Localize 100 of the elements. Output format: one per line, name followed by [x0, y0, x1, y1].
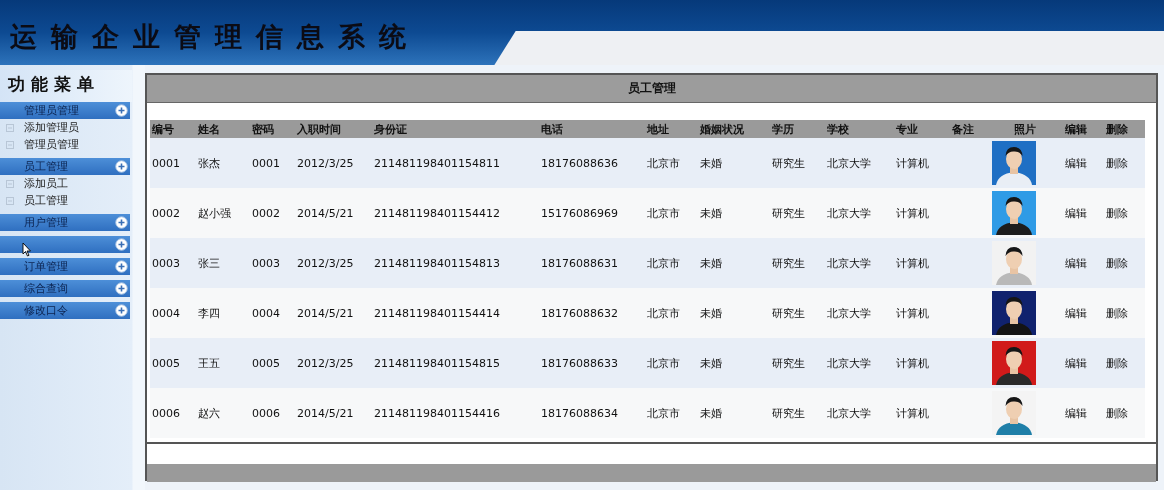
table-cell: 211481198401154414 — [374, 306, 500, 320]
table-cell: 2012/3/25 — [297, 256, 354, 270]
table-cell: 2014/5/21 — [297, 306, 354, 320]
delete-link[interactable]: 删除 — [1106, 356, 1128, 370]
table-cell: 研究生 — [772, 156, 805, 170]
delete-link[interactable]: 删除 — [1106, 156, 1128, 170]
table-cell: 18176088631 — [541, 256, 618, 270]
table-cell: 计算机 — [896, 256, 929, 270]
column-header: 专业 — [896, 122, 918, 136]
table-cell: 18176088634 — [541, 406, 618, 420]
menu-group[interactable]: 订单管理 — [0, 258, 130, 275]
cursor-icon — [22, 242, 32, 257]
table-cell: 李四 — [198, 306, 220, 320]
table-cell: 0004 — [152, 306, 180, 320]
table-cell: 0005 — [152, 356, 180, 370]
menu-group[interactable]: 修改口令 — [0, 302, 130, 319]
column-header: 电话 — [541, 122, 563, 136]
table-cell: 0005 — [252, 356, 280, 370]
column-header: 备注 — [952, 122, 974, 136]
edit-link[interactable]: 编辑 — [1065, 306, 1087, 320]
edit-link[interactable]: 编辑 — [1065, 156, 1087, 170]
table-cell: 研究生 — [772, 406, 805, 420]
table-cell: 0002 — [152, 206, 180, 220]
column-header: 入职时间 — [297, 122, 341, 136]
table-cell: 0002 — [252, 206, 280, 220]
table-cell: 北京市 — [647, 306, 680, 320]
menu-item[interactable]: 添加管理员 — [24, 120, 79, 135]
table-cell: 北京市 — [647, 156, 680, 170]
table-cell: 赵小强 — [198, 206, 231, 220]
table-cell: 2014/5/21 — [297, 206, 354, 220]
table-cell: 计算机 — [896, 406, 929, 420]
table-cell: 211481198401154811 — [374, 156, 500, 170]
table-cell: 赵六 — [198, 406, 220, 420]
column-header: 身份证 — [374, 122, 407, 136]
column-header: 学校 — [827, 122, 849, 136]
column-header: 地址 — [647, 122, 669, 136]
menu-group[interactable]: 综合查询 — [0, 280, 130, 297]
delete-link[interactable]: 删除 — [1106, 306, 1128, 320]
edit-link[interactable]: 编辑 — [1065, 206, 1087, 220]
table-cell: 2012/3/25 — [297, 356, 354, 370]
table-cell: 0004 — [252, 306, 280, 320]
column-header: 密码 — [252, 122, 274, 136]
table-cell: 211481198401154416 — [374, 406, 500, 420]
list-item-icon — [6, 140, 14, 149]
list-item-icon — [6, 196, 14, 205]
app-title: 运输企业管理信息系统 — [9, 20, 420, 54]
edit-link[interactable]: 编辑 — [1065, 256, 1087, 270]
table-cell: 北京大学 — [827, 256, 871, 270]
column-header: 姓名 — [198, 122, 220, 136]
table-cell: 15176086969 — [541, 206, 618, 220]
delete-link[interactable]: 删除 — [1106, 256, 1128, 270]
table-cell: 研究生 — [772, 256, 805, 270]
edit-link[interactable]: 编辑 — [1065, 406, 1087, 420]
panel-title: 员工管理 — [627, 80, 676, 97]
plus-icon — [115, 160, 128, 173]
table-cell: 未婚 — [700, 206, 722, 220]
column-header: 照片 — [1014, 122, 1036, 136]
table-cell: 北京大学 — [827, 406, 871, 420]
table-cell: 研究生 — [772, 356, 805, 370]
table-cell: 18176088636 — [541, 156, 618, 170]
menu-item[interactable]: 管理员管理 — [24, 137, 79, 152]
menu-group[interactable]: 管理员管理 — [0, 102, 130, 119]
list-item-icon — [6, 179, 14, 188]
table-cell: 计算机 — [896, 306, 929, 320]
delete-link[interactable]: 删除 — [1106, 206, 1128, 220]
table-cell: 张三 — [198, 256, 220, 270]
table-cell: 0006 — [152, 406, 180, 420]
table-cell: 张杰 — [198, 156, 220, 170]
table-cell: 王五 — [198, 356, 220, 370]
column-header: 编号 — [152, 122, 174, 136]
table-cell: 未婚 — [700, 156, 722, 170]
menu-item[interactable]: 添加员工 — [24, 176, 68, 191]
table-cell: 计算机 — [896, 156, 929, 170]
delete-link[interactable]: 删除 — [1106, 406, 1128, 420]
table-cell: 北京市 — [647, 206, 680, 220]
plus-icon — [115, 216, 128, 229]
table-cell: 未婚 — [700, 356, 722, 370]
table-cell: 0001 — [152, 156, 180, 170]
plus-icon — [115, 260, 128, 273]
table-cell: 211481198401154813 — [374, 256, 500, 270]
table-cell: 北京市 — [647, 406, 680, 420]
menu-group[interactable]: 员工管理 — [0, 158, 130, 175]
plus-icon — [115, 104, 128, 117]
table-cell: 未婚 — [700, 306, 722, 320]
table-cell: 2014/5/21 — [297, 406, 354, 420]
table-cell: 计算机 — [896, 356, 929, 370]
menu-group[interactable]: 用户管理 — [0, 214, 130, 231]
table-cell: 2012/3/25 — [297, 156, 354, 170]
table-cell: 北京大学 — [827, 156, 871, 170]
table-cell: 0001 — [252, 156, 280, 170]
plus-icon — [115, 238, 128, 251]
column-header: 婚姻状况 — [700, 122, 744, 136]
plus-icon — [115, 282, 128, 295]
table-cell: 18176088633 — [541, 356, 618, 370]
table-cell: 研究生 — [772, 306, 805, 320]
menu-item[interactable]: 员工管理 — [24, 193, 68, 208]
table-cell: 未婚 — [700, 406, 722, 420]
table-cell: 北京大学 — [827, 356, 871, 370]
edit-link[interactable]: 编辑 — [1065, 356, 1087, 370]
table-cell: 研究生 — [772, 206, 805, 220]
